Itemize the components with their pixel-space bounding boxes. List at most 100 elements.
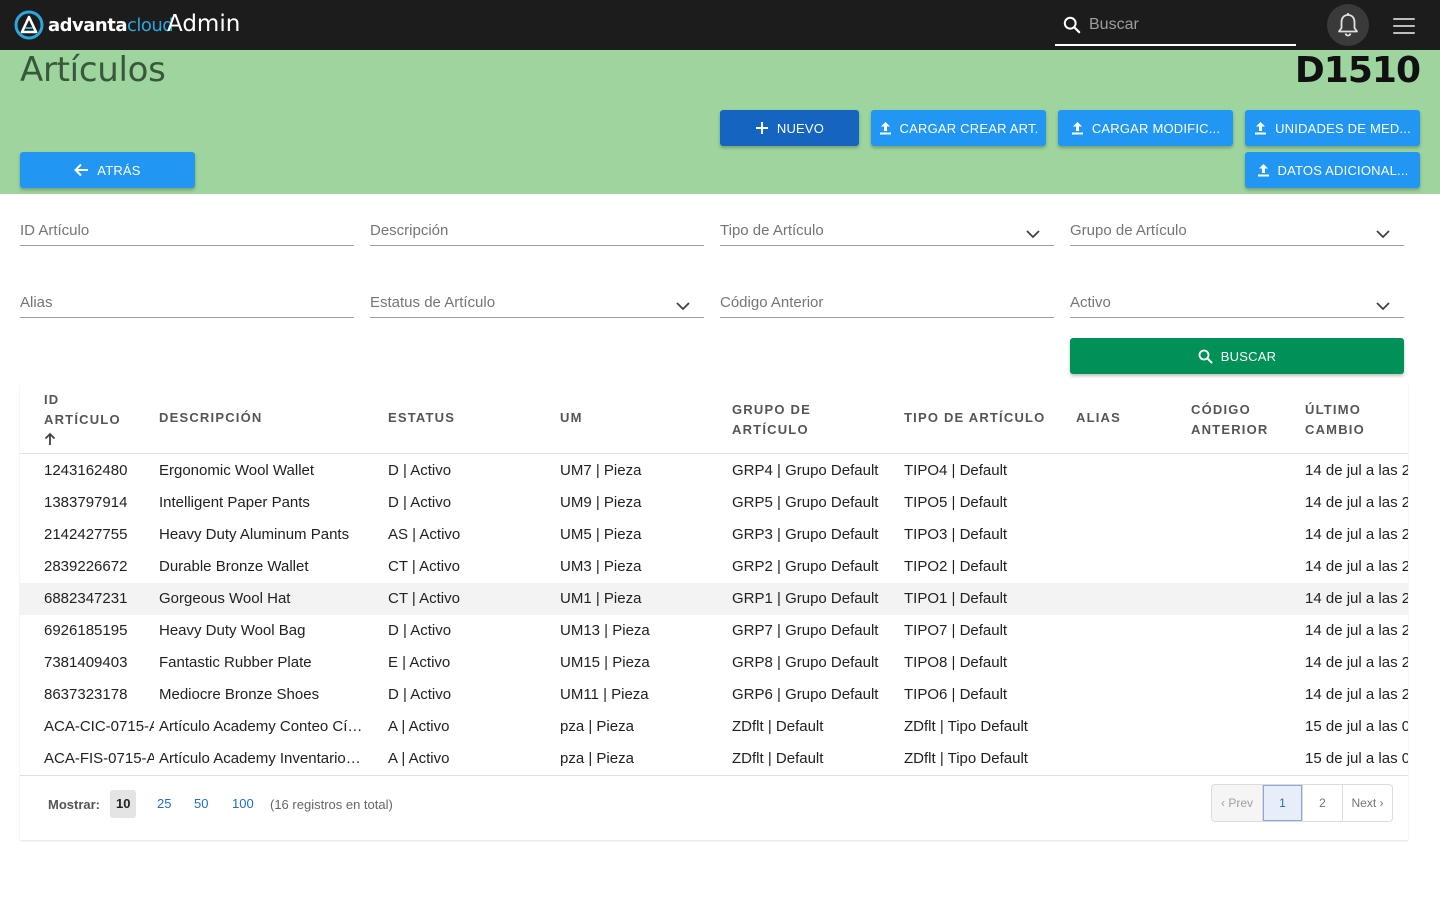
notifications-button[interactable]	[1327, 4, 1369, 46]
units-of-measure-button[interactable]: UNIDADES DE MED...	[1245, 110, 1420, 146]
table-row[interactable]: 1243162480 Ergonomic Wool Wallet D | Activ…	[20, 455, 1408, 487]
search-icon	[1063, 16, 1081, 34]
upload-create-articles-button[interactable]: CARGAR CREAR ART.	[871, 110, 1046, 146]
cell-type: ZDflt | Tipo Default	[904, 750, 1028, 767]
cell-status: A | Activo	[388, 750, 450, 767]
bell-icon	[1338, 13, 1358, 37]
cell-description: Durable Bronze Wallet	[159, 558, 309, 575]
cell-last-change: 14 de jul a las 23	[1305, 462, 1408, 479]
cell-um: pza | Pieza	[560, 718, 634, 735]
description-placeholder: Descripción	[370, 222, 449, 239]
table-row[interactable]: 6882347231 Gorgeous Wool Hat CT | Activo UM…	[20, 583, 1408, 615]
cell-description: Heavy Duty Aluminum Pants	[159, 526, 350, 543]
upload-icon	[1071, 122, 1083, 135]
logo-mark-icon	[14, 10, 44, 40]
top-navbar: advantacloud Admin	[0, 0, 1440, 50]
additional-data-button[interactable]: DATOS ADICIONAL...	[1245, 152, 1420, 188]
total-records: (16 registros en total)	[270, 797, 393, 812]
back-button[interactable]: ATRÁS	[20, 152, 195, 188]
cell-group: ZDflt | Default	[732, 750, 824, 767]
table-row[interactable]: 7381409403 Fantastic Rubber Plate E | Acti…	[20, 647, 1408, 679]
global-search[interactable]	[1055, 6, 1296, 46]
page-title: Artículos	[20, 50, 166, 90]
table-row[interactable]: ACA-CIC-0715-A Artículo Academy Conteo Cí…	[20, 711, 1408, 743]
cell-last-change: 15 de jul a las 04	[1305, 750, 1408, 767]
cell-last-change: 14 de jul a las 23	[1305, 622, 1408, 639]
column-header-description[interactable]: DESCRIPCIÓN	[159, 408, 263, 428]
units-of-measure-label: UNIDADES DE MED...	[1275, 120, 1411, 136]
cell-type: TIPO4 | Default	[904, 462, 1008, 479]
column-header-alias[interactable]: ALIAS	[1076, 408, 1121, 428]
upload-modify-articles-button[interactable]: CARGAR MODIFIC...	[1058, 110, 1233, 146]
active-select[interactable]: Activo	[1070, 286, 1404, 318]
cell-id: ACA-FIS-0715-A	[44, 750, 154, 767]
column-header-id-label: ID ARTÍCULO	[44, 392, 121, 427]
column-header-status[interactable]: ESTATUS	[388, 408, 455, 428]
cell-status: CT | Activo	[388, 558, 460, 575]
cell-id: 6926185195	[44, 622, 128, 639]
table-row[interactable]: 6926185195 Heavy Duty Wool Bag D | Activo U…	[20, 615, 1408, 647]
page-size-25[interactable]: 25	[151, 790, 177, 818]
cell-um: UM3 | Pieza	[560, 558, 642, 575]
page-size-50[interactable]: 50	[188, 790, 214, 818]
cell-type: TIPO8 | Default	[904, 654, 1008, 671]
table-row[interactable]: 2839226672 Durable Bronze Wallet CT | Acti…	[20, 551, 1408, 583]
new-article-button[interactable]: NUEVO	[720, 110, 859, 146]
page-size-100[interactable]: 100	[226, 790, 260, 818]
prev-page-button[interactable]: ‹ Prev	[1212, 785, 1262, 821]
table-row[interactable]: ACA-FIS-0715-A Artículo Academy Inventari…	[20, 743, 1408, 775]
column-header-group[interactable]: GRUPO DE ARTÍCULO	[732, 400, 832, 440]
table-header: ID ARTÍCULO DESCRIPCIÓN ESTATUS UM GRUPO…	[20, 384, 1408, 454]
cell-id: 1243162480	[44, 462, 128, 479]
cell-um: pza | Pieza	[560, 750, 634, 767]
page-1-button[interactable]: 1	[1262, 785, 1302, 821]
search-button[interactable]: BUSCAR	[1070, 338, 1404, 374]
article-type-select[interactable]: Tipo de Artículo	[720, 214, 1054, 246]
previous-code-filter[interactable]: Código Anterior	[720, 286, 1054, 318]
description-filter[interactable]: Descripción	[370, 214, 704, 246]
table-row[interactable]: 8637323178 Mediocre Bronze Shoes D | Activ…	[20, 679, 1408, 711]
search-input[interactable]	[1089, 16, 1289, 34]
article-status-select[interactable]: Estatus de Artículo	[370, 286, 704, 318]
upload-icon	[1257, 164, 1269, 177]
cell-status: A | Activo	[388, 718, 450, 735]
cell-description: Heavy Duty Wool Bag	[159, 622, 306, 639]
article-type-placeholder: Tipo de Artículo	[720, 222, 824, 239]
cell-group: GRP4 | Grupo Default	[732, 462, 879, 479]
table-body: 1243162480 Ergonomic Wool Wallet D | Activ…	[20, 455, 1408, 775]
article-id-filter[interactable]: ID Artículo	[20, 214, 354, 246]
table-row[interactable]: 1383797914 Intelligent Paper Pants D | Act…	[20, 487, 1408, 519]
page-size-10[interactable]: 10	[110, 790, 137, 818]
column-header-um[interactable]: UM	[560, 408, 583, 428]
cell-status: D | Activo	[388, 462, 452, 479]
column-header-type[interactable]: TIPO DE ARTÍCULO	[904, 408, 1046, 428]
cell-last-change: 14 de jul a las 23	[1305, 590, 1408, 607]
column-header-id[interactable]: ID ARTÍCULO	[44, 390, 124, 446]
next-page-button[interactable]: Next ›	[1342, 785, 1392, 821]
cell-description: Intelligent Paper Pants	[159, 494, 310, 511]
cell-group: GRP2 | Grupo Default	[732, 558, 879, 575]
cell-description: Gorgeous Wool Hat	[159, 590, 291, 607]
hamburger-menu-icon[interactable]	[1393, 16, 1415, 36]
articles-table: ID ARTÍCULO DESCRIPCIÓN ESTATUS UM GRUPO…	[20, 384, 1408, 840]
upload-icon	[879, 122, 891, 135]
alias-filter[interactable]: Alias	[20, 286, 354, 318]
cell-description: Ergonomic Wool Wallet	[159, 462, 315, 479]
column-header-previous-code[interactable]: CÓDIGO ANTERIOR	[1191, 400, 1281, 440]
table-row[interactable]: 2142427755 Heavy Duty Aluminum Pants AS | …	[20, 519, 1408, 551]
advantacloud-logo[interactable]: advantacloud	[14, 10, 174, 40]
cell-um: UM1 | Pieza	[560, 590, 642, 607]
cell-id: 6882347231	[44, 590, 128, 607]
additional-data-label: DATOS ADICIONAL...	[1277, 162, 1409, 178]
arrow-up-icon[interactable]	[44, 432, 56, 446]
column-header-last-change[interactable]: ÚLTIMO CAMBIO	[1305, 400, 1385, 440]
cell-type: TIPO5 | Default	[904, 494, 1008, 511]
page-2-button[interactable]: 2	[1302, 785, 1342, 821]
cell-last-change: 14 de jul a las 23	[1305, 654, 1408, 671]
article-group-select[interactable]: Grupo de Artículo	[1070, 214, 1404, 246]
menu-line	[1393, 25, 1415, 27]
cell-id: 7381409403	[44, 654, 128, 671]
cell-status: D | Activo	[388, 494, 452, 511]
cell-status: D | Activo	[388, 686, 452, 703]
cell-group: GRP6 | Grupo Default	[732, 686, 879, 703]
